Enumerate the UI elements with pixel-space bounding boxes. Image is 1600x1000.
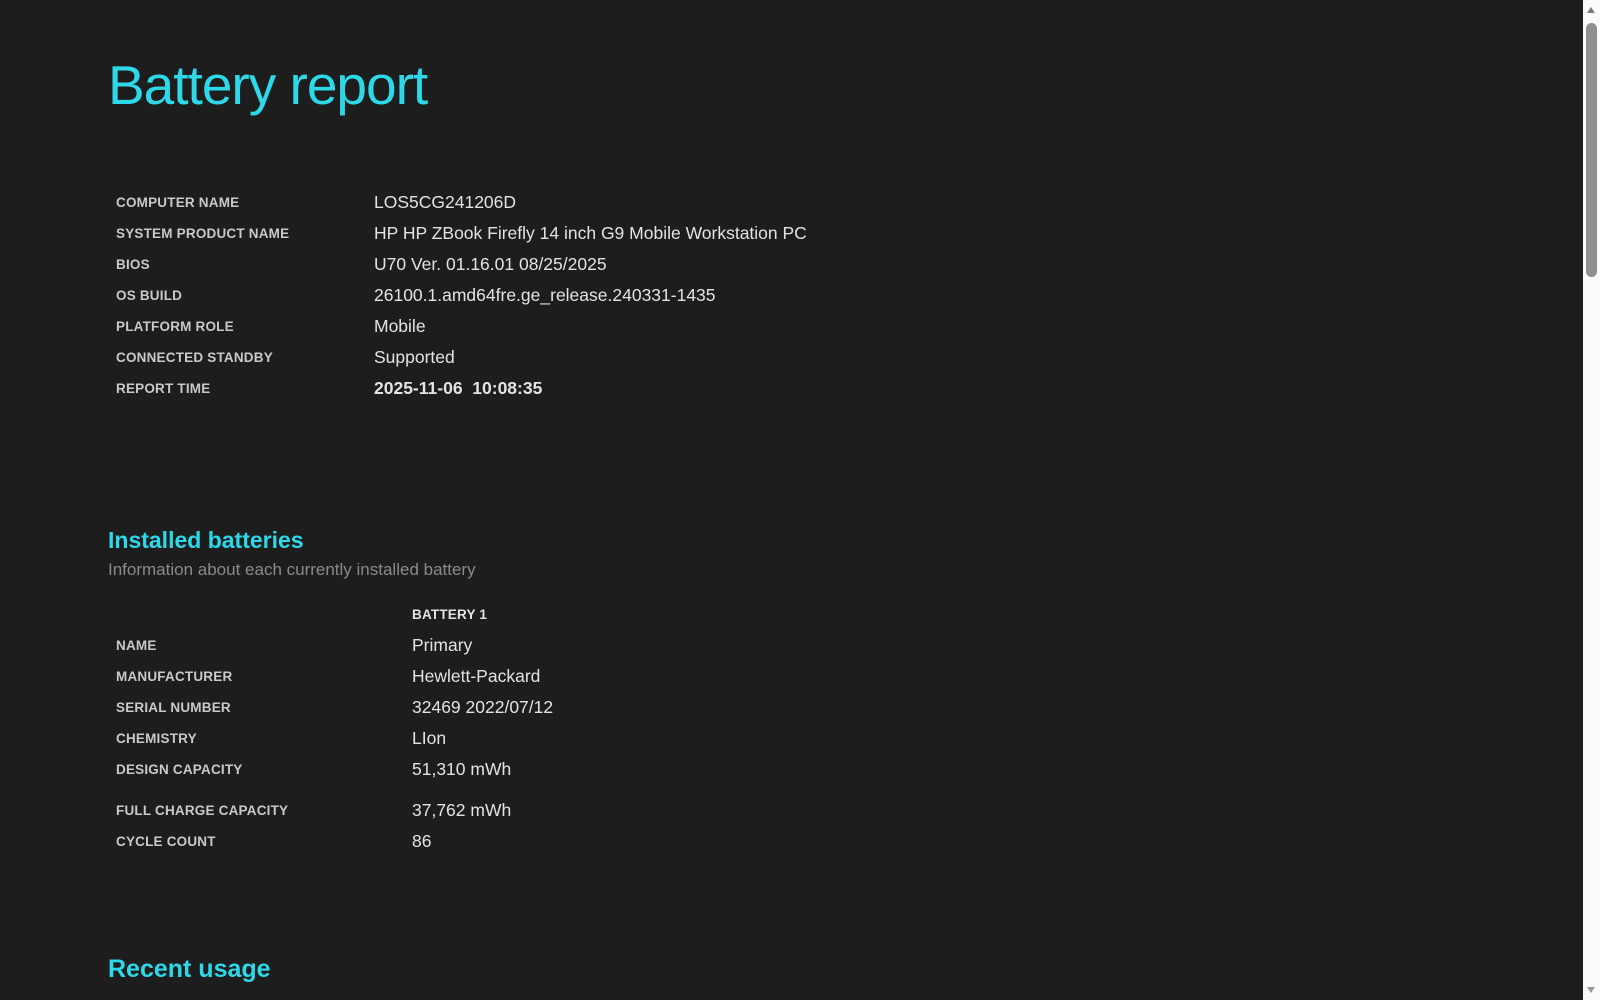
info-value: 51,310 mWh xyxy=(412,758,512,779)
report-time-value: 2025-11-06 10:08:35 xyxy=(374,377,543,398)
info-label: CYCLE COUNT xyxy=(116,833,216,849)
info-label: BIOS xyxy=(116,256,150,272)
scroll-down-icon[interactable] xyxy=(1587,987,1595,993)
info-value: Supported xyxy=(374,346,455,367)
info-value: 26100.1.amd64fre.ge_release.240331-1435 xyxy=(374,284,716,305)
system-info-row-bios: BIOS U70 Ver. 01.16.01 08/25/2025 xyxy=(108,249,1560,280)
info-value: LOS5CG241206D xyxy=(374,191,517,212)
info-label: CONNECTED STANDBY xyxy=(116,349,273,365)
info-label: PLATFORM ROLE xyxy=(116,318,234,334)
info-label: COMPUTER NAME xyxy=(116,194,240,210)
info-label: NAME xyxy=(116,637,157,653)
battery-row-cycle-count: CYCLE COUNT 86 xyxy=(108,826,1560,857)
system-info-row-computer-name: COMPUTER NAME LOS5CG241206D xyxy=(108,187,1560,218)
battery-row-manufacturer: MANUFACTURER Hewlett-Packard xyxy=(108,661,1560,692)
recent-usage-heading: Recent usage xyxy=(108,954,271,983)
battery-row-chemistry: CHEMISTRY LIon xyxy=(108,723,1560,754)
system-info-row-platform-role: PLATFORM ROLE Mobile xyxy=(108,311,1560,342)
battery-row-name: NAME Primary xyxy=(108,630,1560,661)
system-info-row-report-time: REPORT TIME 2025-11-06 10:08:35 xyxy=(108,373,1560,404)
battery-info-table-secondary: FULL CHARGE CAPACITY 37,762 mWh CYCLE CO… xyxy=(108,795,1560,857)
info-value: 37,762 mWh xyxy=(412,799,512,820)
info-value: Mobile xyxy=(374,315,426,336)
system-info-table: COMPUTER NAME LOS5CG241206D SYSTEM PRODU… xyxy=(108,187,1560,404)
info-value: LIon xyxy=(412,727,447,748)
info-label: CHEMISTRY xyxy=(116,730,197,746)
info-label: FULL CHARGE CAPACITY xyxy=(116,802,289,818)
info-value: Hewlett-Packard xyxy=(412,665,541,686)
battery-1-column-header: BATTERY 1 xyxy=(412,606,488,622)
system-info-row-connected-standby: CONNECTED STANDBY Supported xyxy=(108,342,1560,373)
battery-row-serial-number: SERIAL NUMBER 32469 2022/07/12 xyxy=(108,692,1560,723)
info-label: OS BUILD xyxy=(116,287,183,303)
battery-row-design-capacity: DESIGN CAPACITY 51,310 mWh xyxy=(108,754,1560,785)
battery-column-header-row: BATTERY 1 xyxy=(108,599,1560,630)
info-label: DESIGN CAPACITY xyxy=(116,761,243,777)
page-title: Battery report xyxy=(108,54,428,116)
installed-batteries-subtitle: Information about each currently install… xyxy=(108,559,476,579)
info-label: SERIAL NUMBER xyxy=(116,699,231,715)
installed-batteries-heading: Installed batteries xyxy=(108,526,304,553)
battery-info-table: BATTERY 1 NAME Primary MANUFACTURER Hewl… xyxy=(108,599,1560,857)
system-info-row-os-build: OS BUILD 26100.1.amd64fre.ge_release.240… xyxy=(108,280,1560,311)
scroll-up-icon[interactable] xyxy=(1587,7,1595,13)
info-label: SYSTEM PRODUCT NAME xyxy=(116,225,290,241)
info-value: HP HP ZBook Firefly 14 inch G9 Mobile Wo… xyxy=(374,222,807,243)
info-value: U70 Ver. 01.16.01 08/25/2025 xyxy=(374,253,607,274)
battery-report-page: Battery report COMPUTER NAME LOS5CG24120… xyxy=(0,0,1600,984)
info-value: 86 xyxy=(412,830,432,851)
system-info-row-system-product-name: SYSTEM PRODUCT NAME HP HP ZBook Firefly … xyxy=(108,218,1560,249)
info-label: REPORT TIME xyxy=(116,380,211,396)
battery-row-full-charge-capacity: FULL CHARGE CAPACITY 37,762 mWh xyxy=(108,795,1560,826)
info-label: MANUFACTURER xyxy=(116,668,233,684)
scrollbar-thumb[interactable] xyxy=(1586,23,1597,277)
vertical-scrollbar[interactable] xyxy=(1583,0,1600,1000)
info-value: Primary xyxy=(412,634,473,655)
info-value: 32469 2022/07/12 xyxy=(412,696,554,717)
